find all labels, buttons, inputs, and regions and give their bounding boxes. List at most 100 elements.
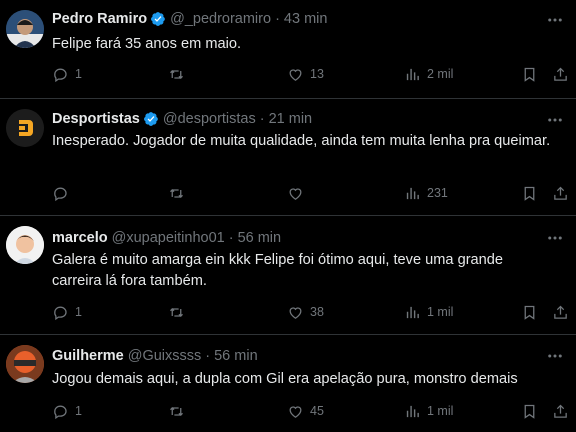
reply-count: 1 [75, 404, 82, 418]
reply-button[interactable] [52, 183, 75, 203]
author-handle[interactable]: @Guixssss [128, 348, 202, 364]
reply-feed: Pedro Ramiro @_pedroramiro · 43 min Feli… [0, 0, 576, 432]
share-icon [554, 67, 567, 81]
views-button[interactable]: 231 [404, 183, 448, 203]
views-icon [406, 306, 419, 318]
tweet-text: Felipe fará 35 anos em maio. [52, 36, 242, 52]
more-icon[interactable] [546, 111, 564, 129]
bookmark-icon [524, 186, 535, 201]
share-button[interactable] [552, 401, 569, 421]
bookmark-button[interactable] [521, 302, 538, 322]
avatar-desportistas[interactable] [6, 109, 44, 147]
like-icon [289, 405, 302, 418]
like-icon [289, 306, 302, 319]
reply-button[interactable]: 1 [52, 401, 82, 421]
author-name[interactable]: Guilherme [52, 348, 124, 364]
like-button[interactable]: 45 [287, 401, 324, 421]
share-icon [554, 305, 567, 319]
views-count: 231 [427, 186, 448, 200]
tweet-header: Desportistas @desportistas · 21 min [52, 109, 312, 129]
retweet-button[interactable] [168, 64, 191, 84]
like-button[interactable] [287, 183, 310, 203]
tweet-header: Guilherme @Guixssss · 56 min [52, 346, 258, 366]
timestamp[interactable]: 56 min [214, 348, 258, 364]
author-name[interactable]: marcelo [52, 230, 108, 246]
like-icon [289, 68, 302, 81]
verified-badge-icon [143, 111, 159, 127]
author-name[interactable]: Desportistas [52, 111, 140, 127]
retweet-icon [170, 69, 183, 79]
more-icon[interactable] [546, 347, 564, 365]
like-icon [289, 187, 302, 200]
bookmark-button[interactable] [521, 183, 538, 203]
more-icon[interactable] [546, 11, 564, 29]
reply-icon [54, 306, 67, 320]
separator-dot: · [275, 11, 280, 27]
author-handle[interactable]: @_pedroramiro [170, 11, 271, 27]
views-button[interactable]: 1 mil [404, 302, 453, 322]
author-handle[interactable]: @xupapeitinho01 [112, 230, 225, 246]
tweet-header: marcelo @xupapeitinho01 · 56 min [52, 228, 281, 248]
reply-button[interactable]: 1 [52, 64, 82, 84]
tweet-actions: 231 [52, 183, 576, 203]
views-icon [406, 187, 419, 199]
reply-button[interactable]: 1 [52, 302, 82, 322]
verified-badge-icon [150, 11, 166, 27]
tweet-text: Inesperado. Jogador de muita qualidade, … [52, 133, 551, 149]
retweet-button[interactable] [168, 183, 191, 203]
views-button[interactable]: 1 mil [404, 401, 453, 421]
like-count: 38 [310, 305, 324, 319]
bookmark-icon [524, 305, 535, 320]
tweet-actions: 1 45 1 mil [52, 401, 576, 421]
views-count: 1 mil [427, 305, 454, 319]
retweet-icon [170, 188, 183, 198]
like-button[interactable]: 38 [287, 302, 324, 322]
retweet-icon [170, 307, 183, 317]
bookmark-icon [524, 404, 535, 419]
reply-icon [54, 405, 67, 419]
timestamp[interactable]: 43 min [284, 11, 328, 27]
like-count: 45 [310, 404, 324, 418]
retweet-button[interactable] [168, 302, 191, 322]
author-name[interactable]: Pedro Ramiro [52, 11, 147, 27]
views-icon [406, 405, 419, 417]
avatar-pedro-ramiro[interactable] [6, 10, 44, 48]
bookmark-button[interactable] [521, 64, 538, 84]
reply-icon [54, 68, 67, 82]
avatar-guilherme[interactable] [6, 345, 44, 383]
more-icon[interactable] [546, 229, 564, 247]
avatar-marcelo[interactable] [6, 226, 44, 264]
tweet-4[interactable]: Guilherme @Guixssss · 56 min Jogou demai… [0, 335, 576, 432]
separator-dot: · [259, 111, 265, 127]
share-icon [554, 404, 567, 418]
views-count: 2 mil [427, 67, 454, 81]
reply-count: 1 [75, 67, 82, 81]
bookmark-icon [524, 67, 535, 82]
views-icon [406, 68, 419, 80]
tweet-text: Jogou demais aqui, a dupla com Gil era a… [52, 371, 518, 387]
tweet-2[interactable]: Desportistas @desportistas · 21 min Ines… [0, 99, 576, 215]
share-button[interactable] [552, 64, 569, 84]
retweet-icon [170, 406, 183, 416]
tweet-actions: 1 13 2 mil [52, 64, 576, 84]
like-button[interactable]: 13 [287, 64, 324, 84]
share-button[interactable] [552, 183, 569, 203]
retweet-button[interactable] [168, 401, 191, 421]
tweet-3[interactable]: marcelo @xupapeitinho01 · 56 min Galera … [0, 216, 576, 334]
views-button[interactable]: 2 mil [404, 64, 453, 84]
reply-count: 1 [75, 305, 82, 319]
tweet-header: Pedro Ramiro @_pedroramiro · 43 min [52, 9, 327, 29]
timestamp[interactable]: 21 min [269, 111, 313, 127]
tweet-actions: 1 38 1 mil [52, 302, 576, 322]
tweet-1[interactable]: Pedro Ramiro @_pedroramiro · 43 min Feli… [0, 0, 576, 98]
separator-dot: · [205, 348, 211, 364]
like-count: 13 [310, 67, 324, 81]
share-button[interactable] [552, 302, 569, 322]
bookmark-button[interactable] [521, 401, 538, 421]
tweet-text: Galera é muito amarga ein kkk Felipe foi… [52, 252, 504, 289]
views-count: 1 mil [427, 404, 454, 418]
reply-icon [54, 187, 67, 201]
author-handle[interactable]: @desportistas [163, 111, 256, 127]
timestamp[interactable]: 56 min [238, 230, 282, 246]
separator-dot: · [228, 230, 234, 246]
